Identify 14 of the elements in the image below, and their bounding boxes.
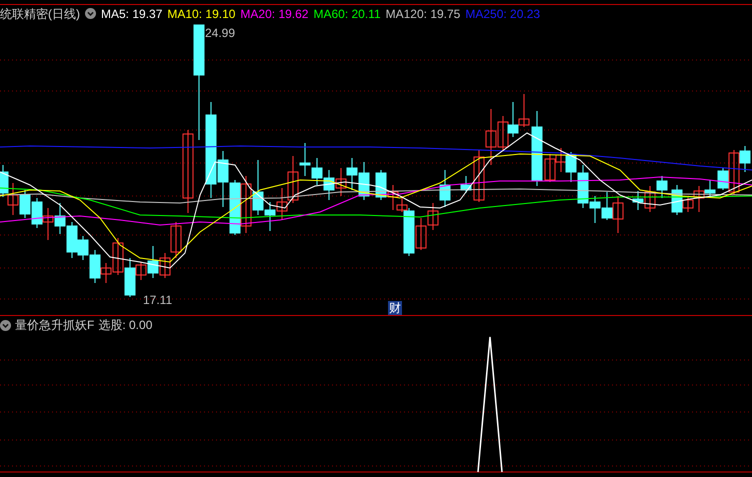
ma-legend-value: MA60: 20.11 [313, 8, 381, 20]
ma-legend-value: MA20: 19.62 [240, 8, 308, 20]
high-price-label: 24.99 [205, 25, 236, 42]
indicator-reading: 选股: 0.00 [98, 317, 152, 334]
finance-badge[interactable]: 财 [388, 301, 402, 315]
low-price-label: 17.11 [143, 292, 172, 309]
ma-legend-value: MA250: 20.23 [465, 8, 540, 20]
dropdown-icon[interactable] [85, 8, 96, 19]
dropdown-icon[interactable] [0, 320, 11, 330]
ma-legend-value: MA5: 19.37 [101, 8, 162, 20]
chart-title: 统联精密(日线) [0, 8, 80, 20]
ma-legend-value: MA10: 19.10 [167, 8, 236, 20]
indicator-title: 量价急升抓妖F [15, 317, 94, 334]
ma-legend-value: MA120: 19.75 [386, 8, 460, 20]
